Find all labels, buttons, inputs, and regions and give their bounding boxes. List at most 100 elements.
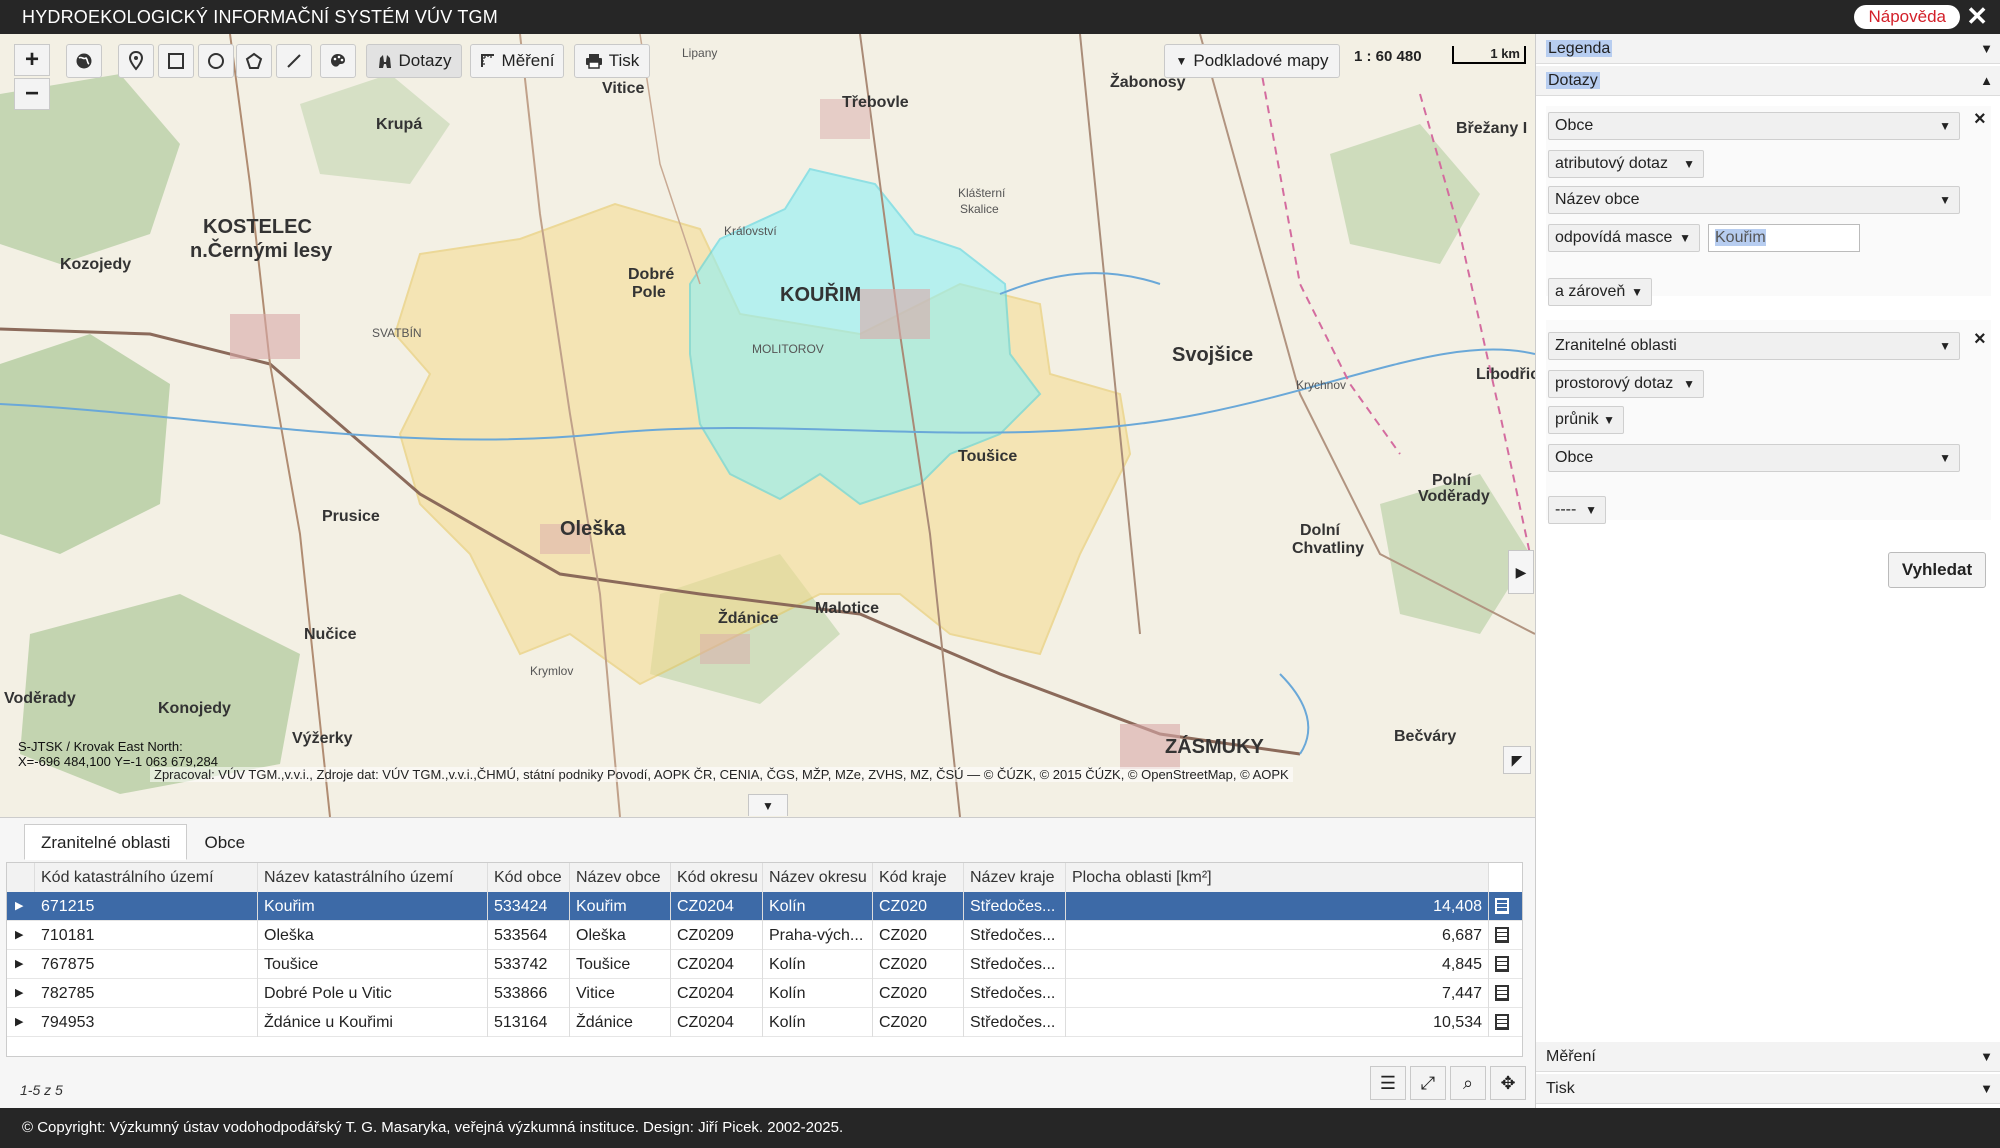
row-detail-icon[interactable] [1495,956,1509,972]
map-label-kostelec-2: n.Černými lesy [190,240,333,262]
row-detail-icon[interactable] [1495,1014,1509,1030]
cell-okres-name: Kolín [763,950,873,979]
q1-layer-value: Obce [1555,117,1594,134]
q2-type-select[interactable]: prostorový dotaz ▼ [1548,370,1704,398]
dropdown-arrow-icon: ▼ [1679,231,1691,245]
line-select-button[interactable] [276,44,312,78]
col-header-ku-code[interactable]: Kód katastrálního území [35,863,258,892]
next-join-select[interactable]: ---- ▼ [1548,496,1606,524]
zoom-to-selection-button[interactable]: ⌕ [1450,1066,1486,1100]
row-detail-icon[interactable] [1495,985,1509,1001]
collapse-results-arrow-icon[interactable]: ▼ [748,794,788,816]
results-grid: Kód katastrálního území Název katastráln… [6,862,1523,1057]
row-expander-icon[interactable]: ▶ [15,1008,23,1037]
join-operator-select[interactable]: a zároveň ▼ [1548,278,1652,306]
cell-obec-name: Vitice [570,979,671,1008]
map-label-dolni: Dolní [1300,522,1340,539]
circle-select-button[interactable] [198,44,234,78]
globe-icon-button[interactable] [66,44,102,78]
row-expander-icon[interactable]: ▶ [15,950,23,979]
expand-grid-button[interactable]: ⤢ [1410,1066,1446,1100]
q1-layer-select[interactable]: Obce ▼ [1548,112,1960,140]
map-canvas[interactable]: KOSTELEC n.Černými lesy Kozojedy Krupá T… [0,34,1535,817]
rectangle-select-button[interactable] [158,44,194,78]
table-row[interactable]: ▶ 710181 Oleška 533564 Oleška CZ0209 Praha-výc… [7,921,1522,950]
q2-operator-select[interactable]: průnik ▼ [1548,406,1624,434]
row-expander-icon[interactable]: ▶ [15,979,23,1008]
move-icon: ✥ [1500,1072,1516,1093]
dropdown-arrow-icon: ▼ [1939,451,1951,465]
results-tabs: Zranitelné oblasti Obce [24,824,262,860]
remove-query-1-icon[interactable]: × [1974,108,1986,131]
col-header-obec-name[interactable]: Název obce [570,863,671,892]
queries-button[interactable]: Dotazy [366,44,462,78]
col-header-area[interactable]: Plocha oblasti [km²] [1066,863,1489,892]
cell-okres-name: Praha-vých... [763,921,873,950]
expand-icon: ⤢ [1420,1072,1436,1093]
palette-icon [331,54,345,67]
map-label-krychnov: Krychnov [1296,378,1347,392]
overview-map-toggle-icon[interactable]: ◤ [1503,746,1531,774]
dropdown-arrow-icon: ▼ [1683,377,1695,391]
accordion-queries[interactable]: Dotazy ▲ [1536,66,2000,96]
map-label-kostelec: KOSTELEC [203,216,312,238]
col-header-kraj-code[interactable]: Kód kraje [873,863,964,892]
expand-panel-arrow-icon[interactable]: ▶ [1508,550,1534,594]
table-row[interactable]: ▶ 767875 Toušice 533742 Toušice CZ0204 Kolín CZ… [7,950,1522,979]
remove-query-2-icon[interactable]: × [1974,328,1986,351]
table-row[interactable]: ▶ 671215 Kouřim 533424 Kouřim CZ0204 Kolín CZ02… [7,892,1522,921]
tab-vulnerable-areas[interactable]: Zranitelné oblasti [24,824,188,860]
col-header-okres-code[interactable]: Kód okresu [671,863,763,892]
col-header-okres-name[interactable]: Název okresu [763,863,873,892]
col-header-obec-code[interactable]: Kód obce [488,863,570,892]
cell-kraj-name: Středočes... [964,921,1066,950]
q1-field-value: Název obce [1555,191,1640,208]
search-button[interactable]: Vyhledat [1888,552,1986,588]
map-label-skalice: Skalice [960,202,999,216]
measure-button[interactable]: Měření [470,44,564,78]
palette-button[interactable] [320,44,356,78]
row-expander-icon[interactable]: ▶ [15,892,23,921]
cell-obec-code: 513164 [488,1008,570,1037]
accordion-measure[interactable]: Měření ▼ [1536,1042,2000,1072]
row-detail-icon[interactable] [1495,898,1509,914]
polygon-select-button[interactable] [236,44,272,78]
zoom-out-button[interactable]: − [14,78,50,110]
table-row[interactable]: ▶ 794953 Ždánice u Kouřimi 513164 Ždánice CZ0… [7,1008,1522,1037]
q2-type-value: prostorový dotaz [1555,375,1674,392]
accordion-legend[interactable]: Legenda ▼ [1536,34,2000,64]
q1-type-select[interactable]: atributový dotaz ▼ [1548,150,1704,178]
print-button[interactable]: Tisk [574,44,650,78]
q1-value-input[interactable]: Kouřim [1708,224,1860,252]
row-expander-icon[interactable]: ▶ [15,921,23,950]
magnifier-icon: ⌕ [1462,1072,1474,1093]
table-row[interactable]: ▶ 782785 Dobré Pole u Vitic 533866 Vitice CZ0… [7,979,1522,1008]
close-icon[interactable]: ✕ [1966,2,1988,30]
cell-obec-name: Ždánice [570,1008,671,1037]
cell-kraj-code: CZ020 [873,950,964,979]
q2-layer-select[interactable]: Zranitelné oblasti ▼ [1548,332,1960,360]
map-label-prusice: Prusice [322,508,380,525]
header-expander [7,863,35,892]
q2-target-select[interactable]: Obce ▼ [1548,444,1960,472]
dropdown-arrow-icon: ▼ [1939,119,1951,133]
help-button[interactable]: Nápověda [1854,5,1960,29]
zoom-in-button[interactable]: + [14,44,50,76]
q1-field-select[interactable]: Název obce ▼ [1548,186,1960,214]
col-header-kraj-name[interactable]: Název kraje [964,863,1066,892]
basemaps-dropdown[interactable]: ▼ Podkladové mapy [1164,44,1340,78]
col-header-ku-name[interactable]: Název katastrálního území [258,863,488,892]
row-detail-icon[interactable] [1495,927,1509,943]
cell-okres-code: CZ0204 [671,950,763,979]
map-label-brezany: Břežany I [1456,120,1528,137]
point-select-button[interactable] [118,44,154,78]
map-label-krupa: Krupá [376,116,423,133]
pan-to-button[interactable]: ✥ [1490,1066,1526,1100]
export-list-button[interactable]: ☰ [1370,1066,1406,1100]
q1-operator-select[interactable]: odpovídá masce ▼ [1548,224,1700,252]
accordion-print[interactable]: Tisk ▼ [1536,1074,2000,1104]
map-label-nucice: Nučice [304,626,357,643]
tab-municipalities[interactable]: Obce [187,824,262,860]
cell-ku-name: Kouřim [258,892,488,921]
map-label-konojedy: Konojedy [158,700,231,717]
